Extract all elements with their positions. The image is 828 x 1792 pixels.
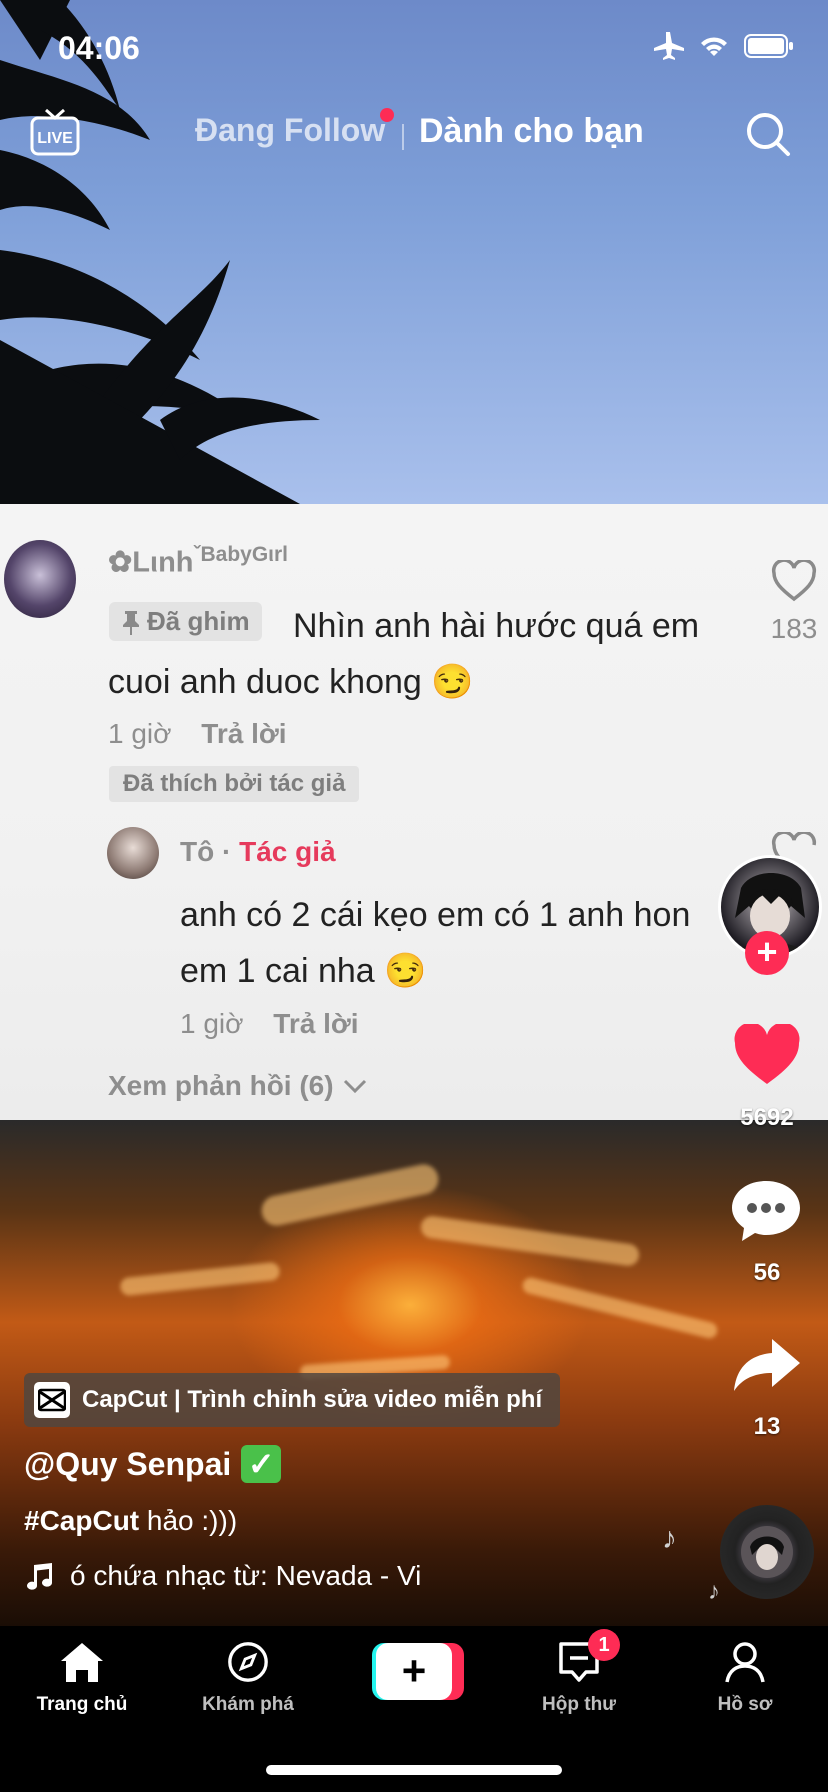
plus-icon: +	[376, 1643, 452, 1700]
tab-profile-label: Hồ sơ	[717, 1694, 773, 1715]
commenter-name: ✿Lιnh	[108, 546, 194, 579]
home-icon	[61, 1643, 103, 1682]
commenter-avatar[interactable]	[4, 540, 76, 618]
creator-handle[interactable]: @Quy Senpai ✓	[24, 1445, 282, 1483]
caption-hashtag[interactable]: #CapCut	[24, 1505, 139, 1536]
profile-icon	[725, 1642, 765, 1683]
heart-filled-icon	[734, 1022, 800, 1084]
verified-check-icon: ✓	[241, 1445, 282, 1483]
comment-time: 1 giờ	[108, 718, 172, 749]
pinned-badge: Đã ghim	[109, 602, 262, 641]
commenter-name-suffix: ˇBabyGιrl	[193, 543, 289, 566]
pinned-label: Đã ghim	[147, 606, 250, 636]
comment-overlay	[0, 504, 828, 1120]
capcut-chip-label: CapCut | Trình chỉnh sửa video miễn phí	[82, 1386, 543, 1413]
inbox-badge: 1	[588, 1629, 620, 1661]
music-disc-button[interactable]	[720, 1505, 814, 1599]
video-share-button[interactable]	[730, 1335, 802, 1400]
creator-handle-text: @Quy Senpai	[24, 1445, 232, 1482]
tab-discover[interactable]: Khám phá	[183, 1640, 313, 1716]
view-replies-button[interactable]: Xem phản hồi (6)	[108, 1070, 368, 1102]
video-like-count: 5692	[740, 1104, 794, 1131]
view-replies-label: Xem phản hồi (6)	[108, 1070, 334, 1101]
capcut-chip[interactable]: CapCut | Trình chỉnh sửa video miễn phí	[24, 1373, 560, 1427]
reply-reply-button[interactable]: Trả lời	[273, 1008, 358, 1039]
reply-name: Tô	[180, 836, 215, 867]
follow-plus-button[interactable]: +	[745, 931, 789, 975]
reply-username[interactable]: Tô · Tác giả	[180, 836, 336, 868]
reply-avatar[interactable]	[107, 827, 159, 879]
tab-following[interactable]: Đang Follow	[195, 112, 385, 149]
commenter-username[interactable]: ✿LιnhˇBabyGιrl	[108, 543, 288, 580]
heart-outline-icon	[771, 558, 817, 602]
palm-tree-silhouette	[0, 0, 320, 504]
reply-text: anh có 2 cái kẹo em có 1 anh hon em 1 ca…	[180, 896, 691, 990]
live-button[interactable]: LIVE	[30, 108, 80, 161]
following-notification-dot	[380, 108, 394, 122]
video-comment-count: 56	[753, 1259, 781, 1286]
tab-profile[interactable]: Hồ sơ	[680, 1640, 810, 1716]
battery-icon	[744, 34, 793, 58]
music-note-icon: ♪	[662, 1522, 677, 1555]
live-tv-icon: LIVE	[30, 108, 80, 156]
status-icons	[652, 32, 794, 60]
author-tag: Tác giả	[239, 836, 336, 867]
wifi-icon	[701, 37, 727, 56]
status-time: 04:06	[58, 30, 140, 66]
music-note-icon	[27, 1563, 52, 1590]
reply-time: 1 giờ	[180, 1008, 244, 1039]
tab-inbox-label: Hộp thư	[542, 1694, 616, 1715]
live-label: LIVE	[37, 130, 73, 147]
pin-icon	[123, 610, 139, 635]
comment-like-button[interactable]	[771, 558, 817, 607]
reply-meta: 1 giờ Trả lời	[180, 1008, 359, 1040]
capcut-logo-icon	[34, 1382, 70, 1418]
tab-discover-label: Khám phá	[202, 1694, 294, 1715]
home-indicator[interactable]	[266, 1765, 562, 1775]
music-note-icon: ♪	[708, 1578, 720, 1605]
tab-home-label: Trang chủ	[36, 1694, 128, 1715]
video-like-button[interactable]	[731, 1022, 803, 1093]
video-caption: #CapCut hảo :)))	[24, 1505, 237, 1537]
video-share-count: 13	[753, 1413, 781, 1440]
comment-bubble-icon	[732, 1181, 800, 1241]
comment-reply-button[interactable]: Trả lời	[201, 718, 286, 749]
search-button[interactable]	[744, 110, 792, 163]
music-title: ó chứa nhạc từ: Nevada - Vi	[70, 1560, 422, 1591]
tiktok-screen: 04:06 LIVE Đang Follow Dành cho bạn ✿Lιn…	[0, 0, 828, 1792]
music-disc-avatar	[741, 1526, 793, 1578]
search-icon	[747, 113, 790, 156]
caption-text: hảo :)))	[139, 1505, 238, 1536]
share-arrow-icon	[734, 1339, 800, 1391]
music-row[interactable]: ó chứa nhạc từ: Nevada - Vi	[24, 1560, 421, 1592]
chevron-down-icon	[343, 1079, 366, 1094]
liked-by-author-badge: Đã thích bởi tác giả	[109, 766, 360, 802]
airplane-icon	[654, 32, 684, 60]
tab-home[interactable]: Trang chủ	[17, 1640, 147, 1716]
video-comment-button[interactable]	[730, 1177, 802, 1248]
reply-separator: ·	[222, 836, 232, 867]
tab-inbox[interactable]: Hộp thư	[514, 1640, 644, 1716]
comment-like-count: 183	[770, 613, 818, 644]
nav-divider	[402, 124, 404, 150]
tab-for-you[interactable]: Dành cho bạn	[419, 112, 644, 151]
comment-meta: 1 giờ Trả lời	[108, 718, 287, 750]
compass-icon	[228, 1642, 268, 1682]
create-button[interactable]: +	[372, 1643, 464, 1700]
